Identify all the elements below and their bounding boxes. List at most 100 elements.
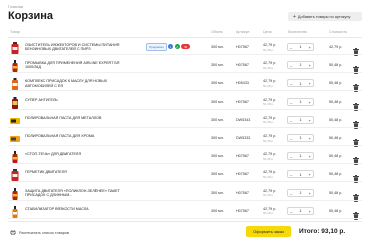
quantity-stepper[interactable]: – 1 + <box>287 115 314 124</box>
col-product: Товар <box>10 30 20 34</box>
header-divider <box>8 37 362 38</box>
decrease-quantity-button[interactable]: – <box>290 118 292 123</box>
trash-icon[interactable] <box>353 207 359 220</box>
order-total: Итого: 93,10 р. <box>299 227 346 235</box>
product-name[interactable]: СУПЕР АНТИГЕЛЬ <box>25 98 135 102</box>
breadcrumb[interactable]: Главная <box>8 4 23 9</box>
product-name[interactable]: ЗАЩИТА ДВИГАТЕЛЯ «ПОЛИКЛОН-ЗЕЛЁНЕЕ» ПАКЕ… <box>25 189 135 197</box>
quantity-stepper[interactable]: – 1 + <box>287 206 314 215</box>
decrease-quantity-button[interactable]: – <box>290 209 292 214</box>
quantity-stepper[interactable]: – 1 + <box>287 97 314 106</box>
increase-quantity-button[interactable]: + <box>309 100 311 105</box>
product-name[interactable]: ОЧИСТИТЕЛЬ ИНЖЕКТОРОВ И СИСТЕМЫ ПИТАНИЯ … <box>25 43 135 51</box>
increase-quantity-button[interactable]: + <box>309 191 311 196</box>
product-name[interactable]: ПОЛИРОВАЛЬНАЯ ПАСТА ДЛЯ МЕТАЛЛОВ <box>25 116 135 120</box>
quantity-stepper[interactable]: – 1 + <box>287 79 314 88</box>
add-by-article-button[interactable]: + Добавить товары по артикулу <box>288 12 362 21</box>
product-thumbnail[interactable] <box>10 168 20 182</box>
cart-row: «СТОП-ТЕЧЬ» ДЛЯ ДВИГАТЕЛЯ 300 мл. H07567… <box>8 148 362 166</box>
product-price-old: 50,48 р. <box>263 156 274 161</box>
quantity-value[interactable]: 1 <box>300 209 302 213</box>
quantity-value[interactable]: 1 <box>300 118 302 122</box>
quantity-stepper[interactable]: – 1 + <box>287 43 314 51</box>
table-header: Товар Объем Артикул Цена Количество Стои… <box>8 30 362 36</box>
increase-quantity-button[interactable]: + <box>309 209 311 214</box>
product-name[interactable]: СТАБИЛИЗАТОР ВЯЗКОСТИ МАСЛА <box>25 207 135 211</box>
trash-icon[interactable] <box>353 134 359 147</box>
trash-icon[interactable] <box>353 61 359 75</box>
decrease-quantity-button[interactable]: – <box>290 63 292 68</box>
cart-row: ЗАЩИТА ДВИГАТЕЛЯ «ПОЛИКЛОН-ЗЕЛЁНЕЕ» ПАКЕ… <box>8 185 362 202</box>
trash-icon[interactable] <box>353 170 359 184</box>
increase-quantity-button[interactable]: + <box>309 118 311 123</box>
quantity-stepper[interactable]: – 1 + <box>287 152 314 161</box>
row-total: 50,48 р. <box>329 117 343 122</box>
row-divider <box>8 199 362 201</box>
quantity-value[interactable]: 1 <box>300 45 302 49</box>
increase-quantity-button[interactable]: + <box>309 172 311 177</box>
row-total: 50,48 р. <box>329 190 343 195</box>
decrease-quantity-button[interactable]: – <box>290 191 292 196</box>
product-thumbnail[interactable] <box>10 77 20 91</box>
product-thumbnail[interactable] <box>10 205 20 218</box>
increase-quantity-button[interactable]: + <box>309 45 311 50</box>
checkout-button[interactable]: Оформить заказ <box>246 226 291 237</box>
row-total: 50,48 р. <box>329 81 343 86</box>
quantity-value[interactable]: 1 <box>300 173 302 177</box>
quantity-stepper[interactable]: – 1 + <box>287 61 314 70</box>
quantity-value[interactable]: 1 <box>300 154 302 158</box>
quantity-value[interactable]: 1 <box>300 136 302 140</box>
decrease-quantity-button[interactable]: – <box>290 45 292 50</box>
product-thumbnail[interactable] <box>10 150 20 164</box>
product-price-old: 50,48 р. <box>263 47 274 52</box>
product-thumbnail[interactable] <box>10 114 20 126</box>
product-price-old: 50,48 р. <box>263 102 274 107</box>
product-thumbnail[interactable] <box>10 41 20 54</box>
product-price: 42,79 р. <box>263 206 277 211</box>
product-thumbnail[interactable] <box>10 96 20 109</box>
product-article: DW5343 <box>236 117 251 122</box>
trash-icon[interactable] <box>353 152 359 166</box>
trash-icon[interactable] <box>353 116 359 129</box>
product-name[interactable]: ГЕРМЕТИК ДВИГАТЕЛЯ <box>25 170 135 174</box>
trash-icon[interactable] <box>353 98 359 111</box>
increase-quantity-button[interactable]: + <box>309 63 311 68</box>
trash-icon[interactable] <box>353 189 359 202</box>
quantity-stepper[interactable]: – 1 + <box>287 170 314 179</box>
row-divider <box>8 72 362 74</box>
quantity-value[interactable]: 1 <box>300 63 302 67</box>
product-thumbnail[interactable] <box>10 187 20 200</box>
decrease-quantity-button[interactable]: – <box>290 136 292 141</box>
trash-icon[interactable] <box>353 79 359 93</box>
product-thumbnail[interactable] <box>10 59 20 73</box>
product-name[interactable]: «СТОП-ТЕЧЬ» ДЛЯ ДВИГАТЕЛЯ <box>25 152 135 156</box>
printer-icon <box>10 230 16 235</box>
quantity-value[interactable]: 1 <box>300 82 302 86</box>
product-article: H05433 <box>236 81 249 86</box>
decrease-quantity-button[interactable]: – <box>290 81 292 86</box>
product-thumbnail[interactable] <box>10 132 20 144</box>
quantity-value[interactable]: 1 <box>300 100 302 104</box>
product-article: H07567 <box>236 63 249 68</box>
decrease-quantity-button[interactable]: – <box>290 100 292 105</box>
increase-quantity-button[interactable]: + <box>309 136 311 141</box>
quantity-stepper[interactable]: – 1 + <box>287 188 314 197</box>
product-name[interactable]: ПОЛИРОВАЛЬНАЯ ПАСТА ДЛЯ ХРОМА <box>25 134 135 138</box>
cart-row: КОМПЛЕКС ПРИСАДОК К МАСЛУ ДЛЯ НОВЫХ АВТО… <box>8 75 362 93</box>
product-volume: 300 мл. <box>211 81 224 86</box>
decrease-quantity-button[interactable]: – <box>290 154 292 159</box>
product-volume: 300 мл. <box>211 99 224 104</box>
decrease-quantity-button[interactable]: – <box>290 172 292 177</box>
print-list-button[interactable]: Распечатать список товаров <box>10 230 69 235</box>
increase-quantity-button[interactable]: + <box>309 154 311 159</box>
col-price: Цена <box>263 30 272 34</box>
quantity-stepper[interactable]: – 1 + <box>287 134 314 142</box>
cart-row: ПОЛИРОВАЛЬНАЯ ПАСТА ДЛЯ МЕТАЛЛОВ 300 мл.… <box>8 112 362 129</box>
product-name[interactable]: КОМПЛЕКС ПРИСАДОК К МАСЛУ ДЛЯ НОВЫХ АВТО… <box>25 79 135 87</box>
product-volume: 300 мл. <box>211 45 224 49</box>
row-divider <box>8 145 362 146</box>
trash-icon[interactable] <box>353 43 359 56</box>
product-name[interactable]: ПРОМЫВКА ДЛЯ ПРИМЕНЕНИЯ AIRLINE EXPERT Б… <box>25 61 135 69</box>
increase-quantity-button[interactable]: + <box>309 81 311 86</box>
quantity-value[interactable]: 1 <box>300 191 302 195</box>
